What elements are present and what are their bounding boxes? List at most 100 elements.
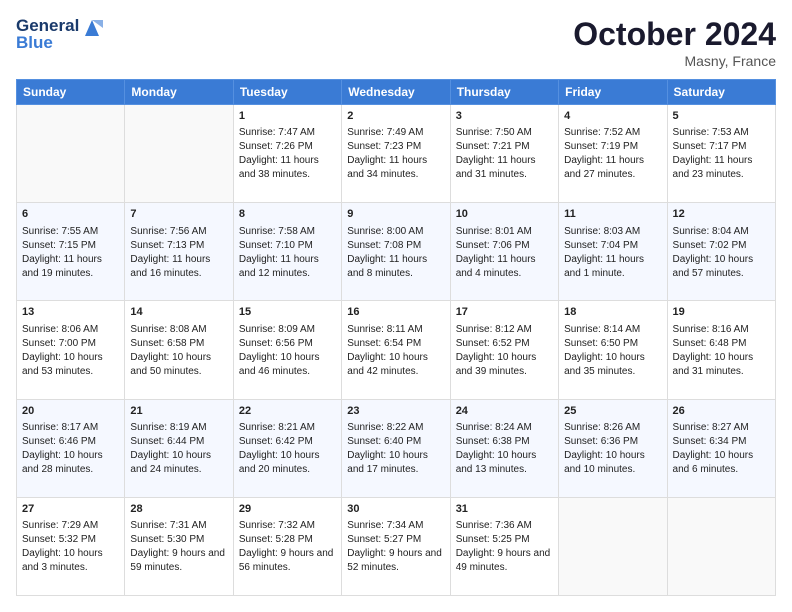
- day-info: Sunset: 7:02 PM: [673, 239, 770, 253]
- day-info: Sunrise: 8:06 AM: [22, 323, 119, 337]
- day-number: 17: [456, 305, 553, 320]
- day-info: Sunset: 6:40 PM: [347, 435, 444, 449]
- day-number: 29: [239, 502, 336, 517]
- calendar-cell: 30Sunrise: 7:34 AMSunset: 5:27 PMDayligh…: [342, 497, 450, 595]
- day-info: Daylight: 11 hours and 1 minute.: [564, 253, 661, 281]
- day-number: 13: [22, 305, 119, 320]
- day-info: Sunrise: 7:34 AM: [347, 519, 444, 533]
- day-info: Daylight: 9 hours and 59 minutes.: [130, 547, 227, 575]
- calendar-header-monday: Monday: [125, 80, 233, 105]
- day-number: 7: [130, 207, 227, 222]
- day-info: Daylight: 11 hours and 34 minutes.: [347, 154, 444, 182]
- day-number: 5: [673, 109, 770, 124]
- day-info: Sunset: 7:13 PM: [130, 239, 227, 253]
- day-number: 10: [456, 207, 553, 222]
- calendar-header-sunday: Sunday: [17, 80, 125, 105]
- day-info: Daylight: 10 hours and 50 minutes.: [130, 351, 227, 379]
- day-info: Sunrise: 7:50 AM: [456, 126, 553, 140]
- day-info: Daylight: 10 hours and 28 minutes.: [22, 449, 119, 477]
- calendar-header-thursday: Thursday: [450, 80, 558, 105]
- day-info: Sunrise: 7:52 AM: [564, 126, 661, 140]
- day-number: 22: [239, 404, 336, 419]
- calendar-cell: 26Sunrise: 8:27 AMSunset: 6:34 PMDayligh…: [667, 399, 775, 497]
- day-info: Sunset: 7:10 PM: [239, 239, 336, 253]
- logo: General Blue: [16, 16, 103, 52]
- day-info: Sunrise: 8:03 AM: [564, 225, 661, 239]
- day-info: Daylight: 10 hours and 39 minutes.: [456, 351, 553, 379]
- day-info: Daylight: 10 hours and 3 minutes.: [22, 547, 119, 575]
- day-info: Sunset: 7:19 PM: [564, 140, 661, 154]
- calendar-cell: 5Sunrise: 7:53 AMSunset: 7:17 PMDaylight…: [667, 105, 775, 203]
- day-info: Sunrise: 8:08 AM: [130, 323, 227, 337]
- day-info: Sunset: 5:25 PM: [456, 533, 553, 547]
- day-info: Daylight: 10 hours and 42 minutes.: [347, 351, 444, 379]
- day-info: Sunrise: 8:26 AM: [564, 421, 661, 435]
- day-info: Sunrise: 8:21 AM: [239, 421, 336, 435]
- calendar-cell: 9Sunrise: 8:00 AMSunset: 7:08 PMDaylight…: [342, 203, 450, 301]
- day-number: 2: [347, 109, 444, 124]
- calendar-cell: 14Sunrise: 8:08 AMSunset: 6:58 PMDayligh…: [125, 301, 233, 399]
- calendar-cell: [17, 105, 125, 203]
- day-info: Sunrise: 7:32 AM: [239, 519, 336, 533]
- calendar-cell: 28Sunrise: 7:31 AMSunset: 5:30 PMDayligh…: [125, 497, 233, 595]
- calendar-cell: 20Sunrise: 8:17 AMSunset: 6:46 PMDayligh…: [17, 399, 125, 497]
- day-info: Sunrise: 8:16 AM: [673, 323, 770, 337]
- calendar-week-1: 1Sunrise: 7:47 AMSunset: 7:26 PMDaylight…: [17, 105, 776, 203]
- calendar-week-2: 6Sunrise: 7:55 AMSunset: 7:15 PMDaylight…: [17, 203, 776, 301]
- logo-blue: Blue: [16, 34, 103, 53]
- day-info: Sunrise: 8:12 AM: [456, 323, 553, 337]
- logo-icon: [81, 18, 103, 36]
- day-info: Daylight: 11 hours and 8 minutes.: [347, 253, 444, 281]
- calendar-cell: 13Sunrise: 8:06 AMSunset: 7:00 PMDayligh…: [17, 301, 125, 399]
- calendar-cell: 17Sunrise: 8:12 AMSunset: 6:52 PMDayligh…: [450, 301, 558, 399]
- day-info: Daylight: 10 hours and 31 minutes.: [673, 351, 770, 379]
- day-number: 16: [347, 305, 444, 320]
- title-section: October 2024 Masny, France: [573, 16, 776, 69]
- day-info: Daylight: 10 hours and 20 minutes.: [239, 449, 336, 477]
- day-number: 25: [564, 404, 661, 419]
- day-info: Daylight: 10 hours and 6 minutes.: [673, 449, 770, 477]
- day-number: 19: [673, 305, 770, 320]
- calendar-cell: [667, 497, 775, 595]
- day-number: 8: [239, 207, 336, 222]
- day-info: Daylight: 11 hours and 19 minutes.: [22, 253, 119, 281]
- day-info: Daylight: 11 hours and 38 minutes.: [239, 154, 336, 182]
- day-info: Sunrise: 8:24 AM: [456, 421, 553, 435]
- day-info: Sunset: 6:46 PM: [22, 435, 119, 449]
- day-info: Sunrise: 8:22 AM: [347, 421, 444, 435]
- day-info: Sunrise: 7:47 AM: [239, 126, 336, 140]
- day-info: Daylight: 10 hours and 24 minutes.: [130, 449, 227, 477]
- day-number: 20: [22, 404, 119, 419]
- calendar-cell: 31Sunrise: 7:36 AMSunset: 5:25 PMDayligh…: [450, 497, 558, 595]
- calendar-cell: 22Sunrise: 8:21 AMSunset: 6:42 PMDayligh…: [233, 399, 341, 497]
- day-info: Sunset: 7:08 PM: [347, 239, 444, 253]
- day-number: 14: [130, 305, 227, 320]
- day-number: 4: [564, 109, 661, 124]
- day-info: Sunset: 7:21 PM: [456, 140, 553, 154]
- calendar-header-tuesday: Tuesday: [233, 80, 341, 105]
- calendar-cell: 27 Sunrise: 7:29 AMSunset: 5:32 PMDayligh…: [17, 497, 125, 595]
- day-info: Sunrise: 7:55 AM: [22, 225, 119, 239]
- day-info: Daylight: 11 hours and 4 minutes.: [456, 253, 553, 281]
- calendar: SundayMondayTuesdayWednesdayThursdayFrid…: [16, 79, 776, 596]
- day-info: Sunset: 5:30 PM: [130, 533, 227, 547]
- calendar-cell: 23Sunrise: 8:22 AMSunset: 6:40 PMDayligh…: [342, 399, 450, 497]
- day-info: Sunrise: 8:09 AM: [239, 323, 336, 337]
- calendar-cell: 1Sunrise: 7:47 AMSunset: 7:26 PMDaylight…: [233, 105, 341, 203]
- calendar-cell: 11Sunrise: 8:03 AMSunset: 7:04 PMDayligh…: [559, 203, 667, 301]
- header: General Blue October 2024 Masny, France: [16, 16, 776, 69]
- day-info: Daylight: 10 hours and 13 minutes.: [456, 449, 553, 477]
- day-info: Sunset: 7:17 PM: [673, 140, 770, 154]
- location: Masny, France: [573, 53, 776, 69]
- day-number: 6: [22, 207, 119, 222]
- day-info: Daylight: 10 hours and 46 minutes.: [239, 351, 336, 379]
- calendar-cell: 16Sunrise: 8:11 AMSunset: 6:54 PMDayligh…: [342, 301, 450, 399]
- calendar-cell: 29Sunrise: 7:32 AMSunset: 5:28 PMDayligh…: [233, 497, 341, 595]
- calendar-cell: 3Sunrise: 7:50 AMSunset: 7:21 PMDaylight…: [450, 105, 558, 203]
- day-info: Sunset: 5:32 PM: [22, 533, 119, 547]
- day-info: Sunrise: 8:04 AM: [673, 225, 770, 239]
- day-info: Sunset: 5:27 PM: [347, 533, 444, 547]
- day-info: Sunrise: 7:29 AM: [22, 519, 119, 533]
- day-number: 9: [347, 207, 444, 222]
- day-number: 27: [22, 502, 119, 517]
